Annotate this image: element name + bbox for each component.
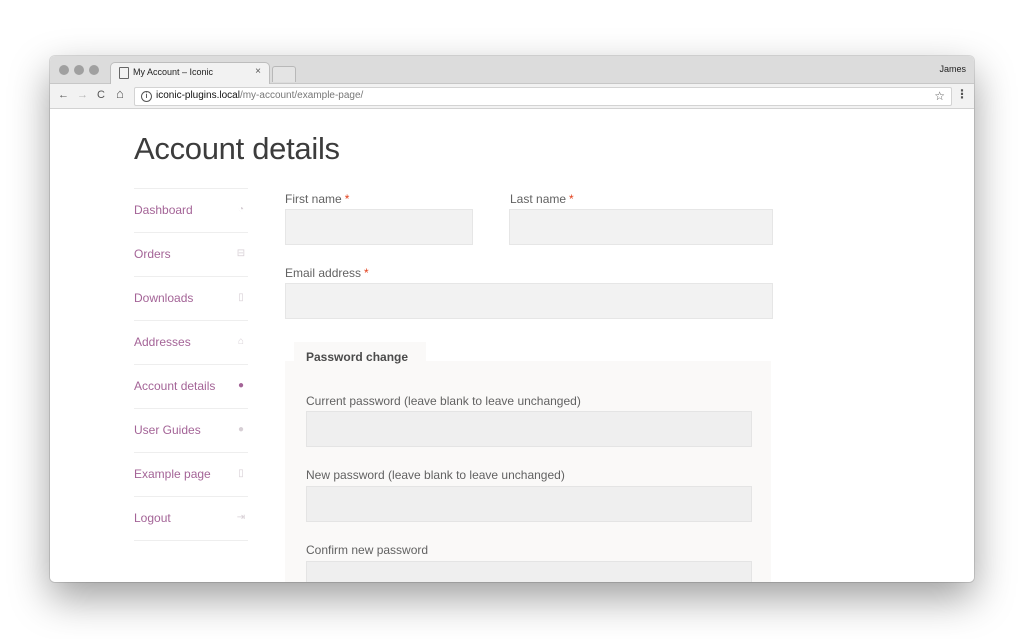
sidebar-item-orders[interactable]: Orders ⊟ — [134, 232, 248, 276]
page-icon — [119, 67, 129, 79]
browser-window: My Account – Iconic × James ← → C ⌂ i ic… — [50, 56, 974, 582]
tab-close-icon[interactable]: × — [255, 66, 261, 77]
bookmark-star-icon[interactable]: ☆ — [934, 89, 945, 103]
sidebar-item-label: Dashboard — [134, 203, 193, 217]
tab-bar: My Account – Iconic × James — [50, 56, 974, 84]
sidebar-item-label: User Guides — [134, 423, 201, 437]
reload-icon[interactable]: C — [97, 88, 105, 102]
sidebar-item-label: Orders — [134, 247, 171, 261]
required-marker: * — [344, 192, 350, 206]
required-marker: * — [569, 192, 574, 206]
required-marker: * — [364, 266, 369, 280]
profile-name[interactable]: James — [939, 64, 966, 74]
forward-arrow-icon[interactable]: → — [77, 88, 88, 102]
first-name-input[interactable] — [285, 209, 473, 245]
sidebar-item-dashboard[interactable]: Dashboard ◔ — [134, 188, 248, 232]
sidebar-item-label: Addresses — [134, 335, 191, 349]
confirm-password-label: Confirm new password — [306, 543, 429, 557]
email-input[interactable] — [285, 283, 773, 319]
info-icon[interactable]: i — [141, 91, 152, 102]
current-password-label: Current password (leave blank to leave u… — [306, 394, 581, 408]
sidebar-item-addresses[interactable]: Addresses ⌂ — [134, 320, 248, 364]
dashboard-icon: ◔ — [237, 204, 245, 215]
home-icon[interactable]: ⌂ — [116, 87, 124, 101]
new-password-label: New password (leave blank to leave uncha… — [306, 468, 565, 482]
sidebar-item-label: Downloads — [134, 291, 194, 305]
page-content: Account details Dashboard ◔ Orders ⊟ Downloa… — [50, 109, 974, 582]
sidebar-item-downloads[interactable]: Downloads ▯ — [134, 276, 248, 320]
password-legend: Password change — [294, 342, 426, 372]
tab-my-account[interactable]: My Account – Iconic × — [110, 62, 270, 84]
last-name-label: Last name * — [510, 192, 574, 206]
account-navigation: Dashboard ◔ Orders ⊟ Downloads ▯ Addresses ⌂ Acc… — [134, 188, 248, 541]
maximize-window-button[interactable] — [89, 65, 99, 75]
current-password-input[interactable] — [306, 411, 752, 447]
url-path: /my-account/example-page/ — [239, 90, 364, 101]
sidebar-item-label: Logout — [134, 511, 171, 525]
file-icon: ▯ — [238, 468, 244, 479]
last-name-input[interactable] — [509, 209, 773, 245]
first-name-label: First name * — [285, 192, 350, 206]
browser-toolbar: ← → C ⌂ i iconic-plugins.local/my-accoun… — [50, 84, 974, 109]
minimize-window-button[interactable] — [74, 65, 84, 75]
sidebar-item-user-guides[interactable]: User Guides ● — [134, 408, 248, 452]
address-bar[interactable]: i iconic-plugins.local/my-account/exampl… — [134, 87, 952, 106]
new-tab-button[interactable] — [272, 66, 296, 82]
back-arrow-icon[interactable]: ← — [58, 88, 69, 102]
sidebar-item-logout[interactable]: Logout ⇥ — [134, 496, 248, 541]
user-icon: ● — [237, 424, 245, 435]
new-password-input[interactable] — [306, 486, 752, 522]
sidebar-item-label: Account details — [134, 379, 216, 393]
page-title: Account details — [134, 131, 340, 166]
basket-icon: ⊟ — [236, 248, 246, 259]
close-window-button[interactable] — [59, 65, 69, 75]
sign-out-icon: ⇥ — [236, 512, 246, 523]
url-text: iconic-plugins.local/my-account/example-… — [156, 90, 363, 101]
file-download-icon: ▯ — [238, 292, 244, 303]
browser-menu-icon[interactable]: ⋮ — [956, 87, 968, 101]
tab-title: My Account – Iconic — [133, 67, 214, 77]
email-label: Email address * — [285, 266, 369, 280]
sidebar-item-label: Example page — [134, 467, 211, 481]
home-icon: ⌂ — [237, 336, 245, 347]
confirm-password-input[interactable] — [306, 561, 752, 582]
sidebar-item-example-page[interactable]: Example page ▯ — [134, 452, 248, 496]
sidebar-item-account-details[interactable]: Account details ● — [134, 364, 248, 408]
url-host: iconic-plugins.local — [156, 90, 240, 101]
user-icon: ● — [237, 380, 245, 391]
